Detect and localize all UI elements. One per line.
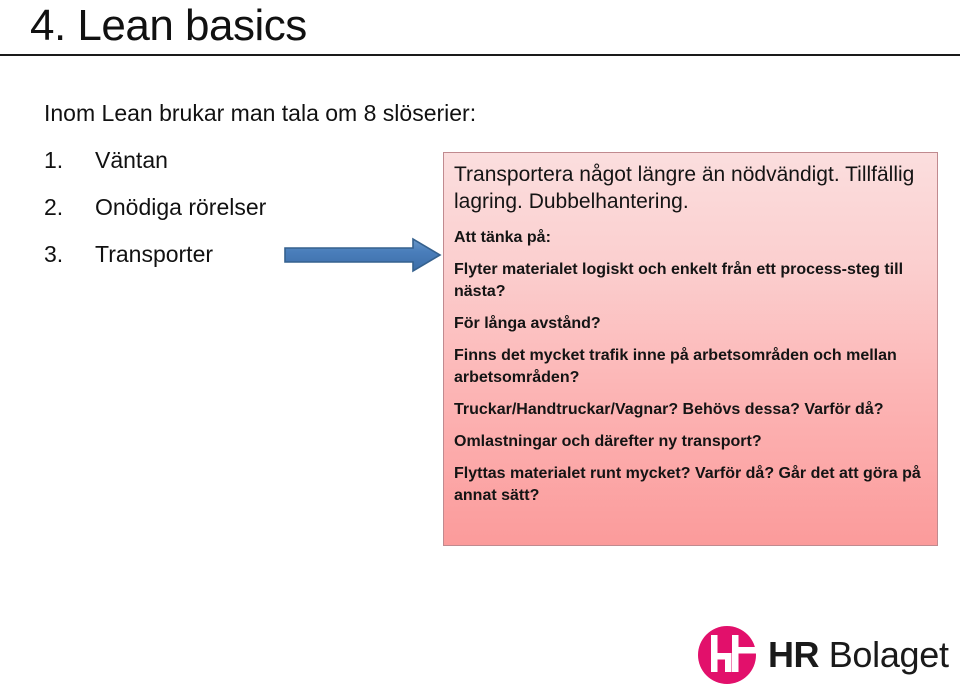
title-divider [0,54,960,56]
callout-point: Truckar/Handtruckar/Vagnar? Behövs dessa… [454,401,884,418]
right-arrow-icon [283,237,443,273]
hr-bolaget-logo-icon [698,626,766,684]
callout-heading: Transportera något längre än nödvändigt.… [454,163,915,213]
brand-name-light: Bolaget [819,634,949,675]
list-item-number: 1. [44,147,64,173]
callout-point: Flyttas materialet runt mycket? Varför d… [454,465,921,504]
callout-point: Flyter materialet logiskt och enkelt frå… [454,261,904,300]
list-item: 1. Väntan [44,145,424,192]
list-item-number: 3. [44,241,64,267]
list-item: 2. Onödiga rörelser [44,192,424,239]
callout-subheading: Att tänka på: [454,229,551,246]
callout-point: För långa avstånd? [454,315,601,332]
callout-point: Finns det mycket trafik inne på arbetsom… [454,347,897,386]
slide-canvas: 4. Lean basics Inom Lean brukar man tala… [0,0,960,688]
intro-text: Inom Lean brukar man tala om 8 slöserier… [44,100,477,126]
list-item-label: Transporter [95,241,214,267]
page-title: 4. Lean basics [30,1,307,50]
list-item-label: Väntan [95,147,168,173]
list-item-label: Onödiga rörelser [95,194,267,220]
callout-point: Omlastningar och därefter ny transport? [454,433,762,450]
callout-box: Transportera något längre än nödvändigt.… [443,152,938,546]
brand-logo: HR Bolaget [698,626,956,684]
brand-name: HR Bolaget [768,635,949,675]
list-item-number: 2. [44,194,64,220]
